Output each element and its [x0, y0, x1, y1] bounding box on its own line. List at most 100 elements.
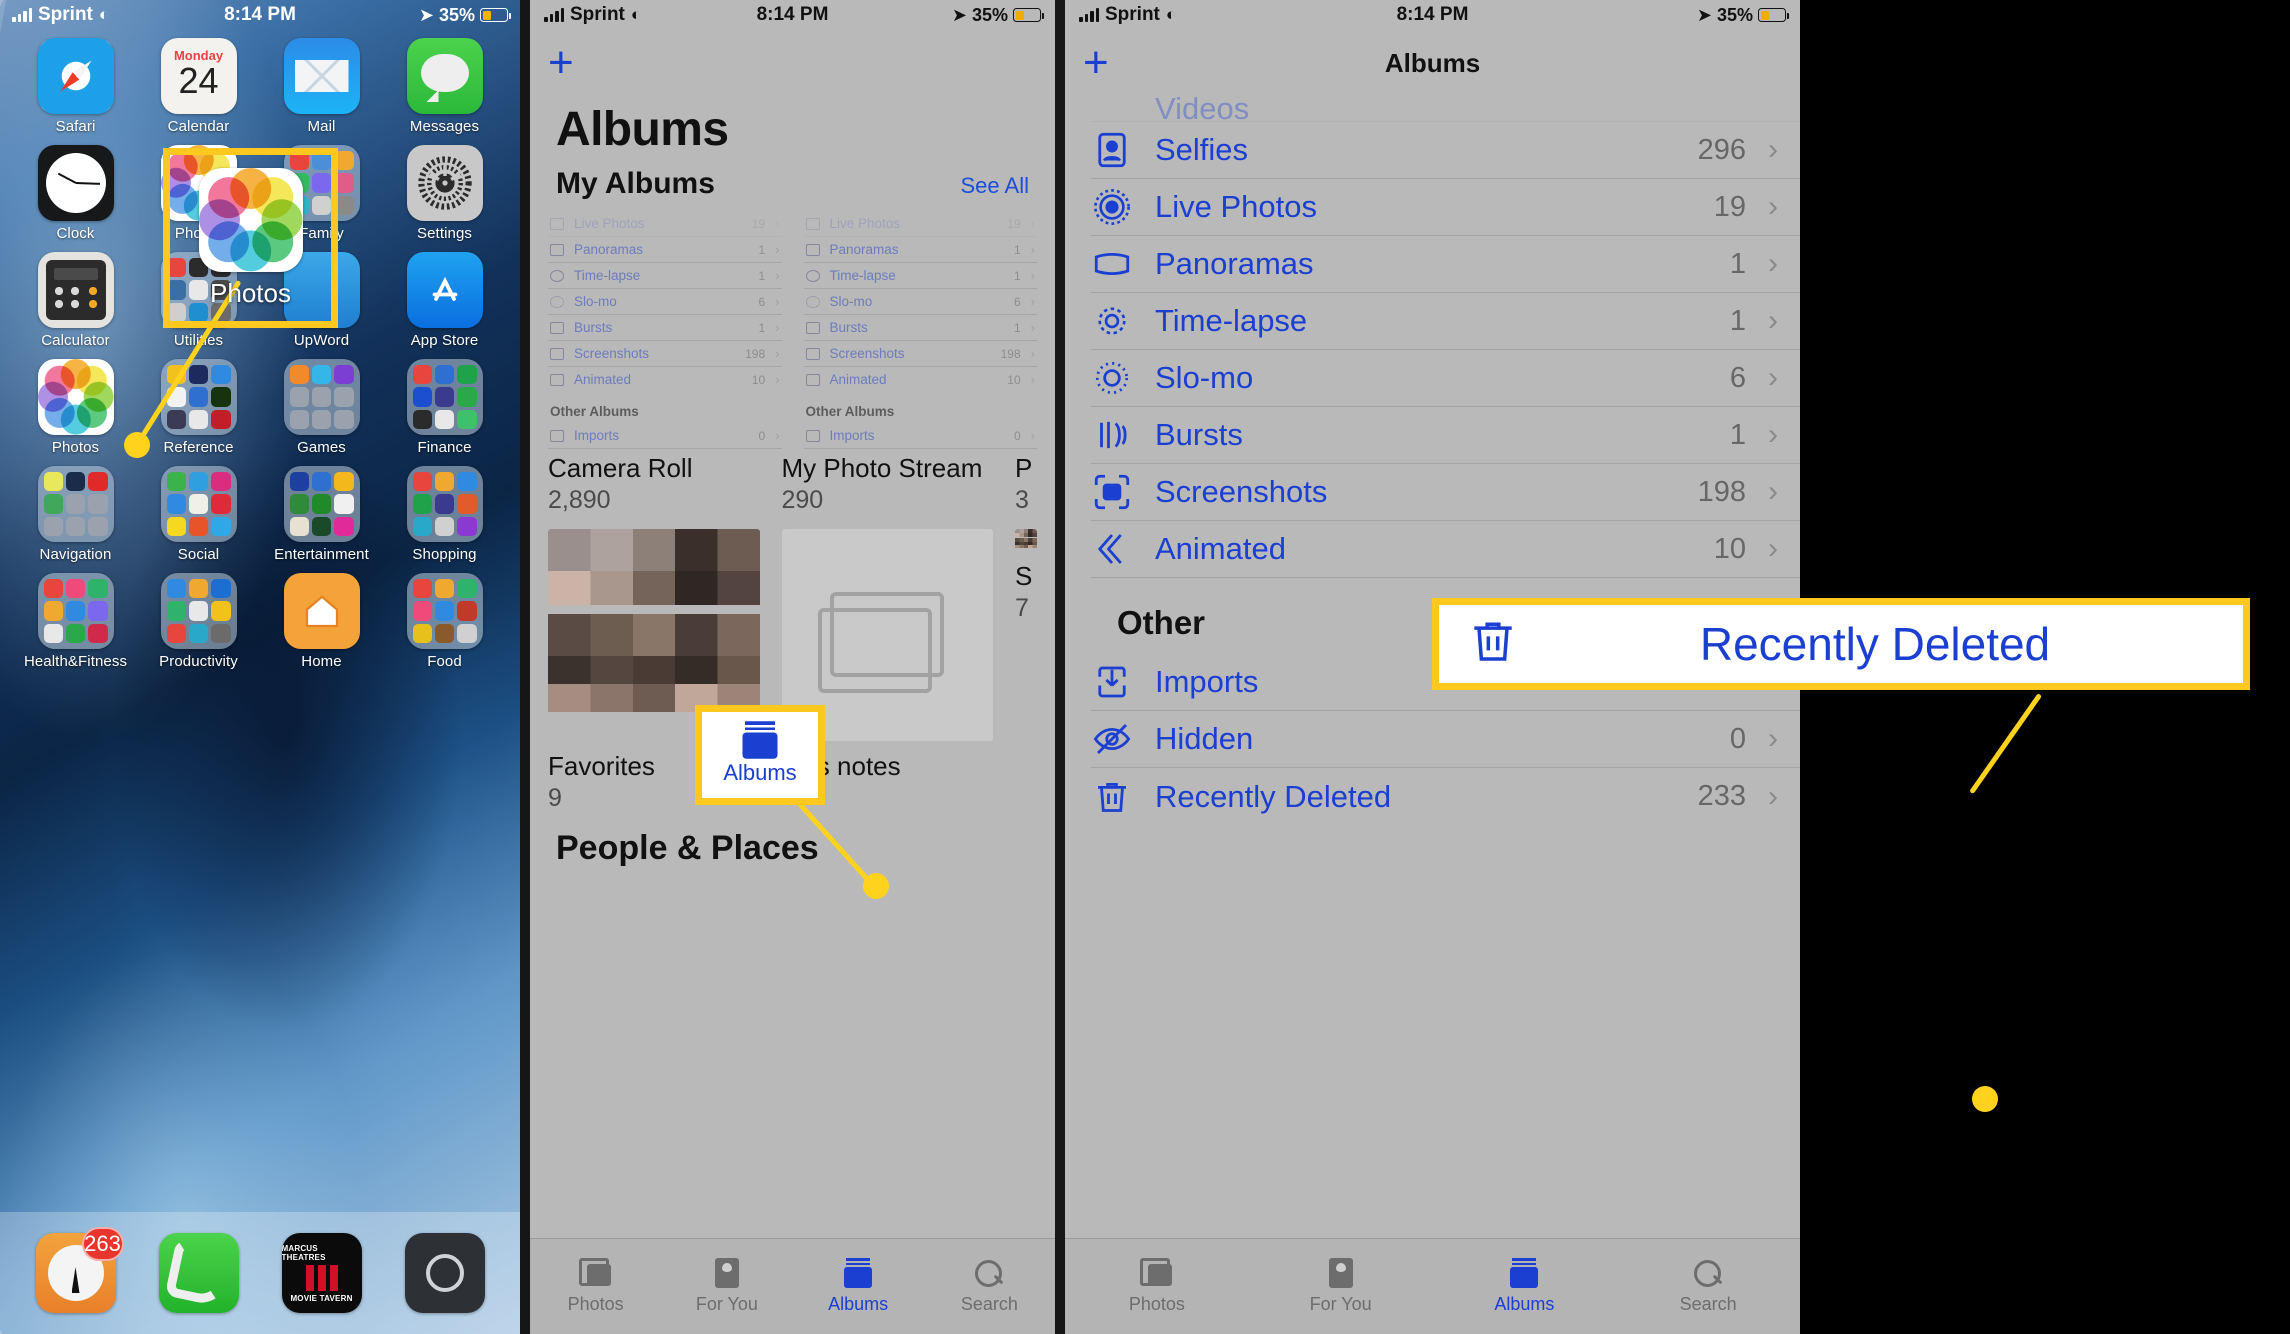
app-food-folder[interactable]: Food	[383, 573, 506, 670]
dock-camera[interactable]	[404, 1233, 485, 1313]
album-thumbnail	[1015, 529, 1037, 551]
album-count: 3	[1015, 486, 1029, 514]
status-right: ➤ 35%	[1697, 5, 1790, 26]
app-mail[interactable]: Mail	[260, 38, 383, 135]
list-item[interactable]: Screenshots 198 ›	[548, 341, 782, 367]
folder-mini-icon	[188, 623, 209, 643]
add-album-button[interactable]: +	[548, 41, 574, 85]
list-item[interactable]: Panoramas 1 ›	[803, 237, 1037, 263]
folder-mini-icon	[188, 409, 209, 429]
folder-mini-icon	[311, 472, 332, 492]
album-name: Videos	[1155, 96, 1250, 122]
list-item-bursts[interactable]: Bursts 1 ›	[1091, 407, 1800, 464]
app-calculator[interactable]: Calculator	[14, 252, 137, 349]
dock-marcus-theatres[interactable]: MARCUS THEATRES MOVIE TAVERN	[281, 1233, 362, 1313]
list-item-panoramas[interactable]: Panoramas 1 ›	[1091, 236, 1800, 293]
app-calendar[interactable]: Monday 24 Calendar	[137, 38, 260, 135]
app-app-store[interactable]: App Store	[383, 252, 506, 349]
list-item-partial[interactable]: Videos	[1091, 96, 1800, 122]
app-navigation-folder[interactable]: Navigation	[14, 466, 137, 563]
chevron-right-icon: ›	[775, 216, 780, 231]
app-settings[interactable]: Settings	[383, 145, 506, 242]
app-photos-row4[interactable]: Photos	[14, 359, 137, 456]
folder-mini-icon	[211, 623, 231, 643]
photos-stack-icon	[1139, 1258, 1174, 1288]
battery-icon	[480, 8, 512, 22]
album-name: Slo-mo	[1155, 360, 1254, 395]
album-name: Bursts	[1155, 417, 1243, 452]
list-item[interactable]: Screenshots 198 ›	[803, 341, 1037, 367]
album-count: 198	[745, 346, 766, 361]
list-item-screenshots[interactable]: Screenshots 198 ›	[1091, 464, 1800, 521]
tab-albums[interactable]: Albums	[1433, 1258, 1617, 1315]
app-messages[interactable]: Messages	[383, 38, 506, 135]
app-home[interactable]: Home	[260, 573, 383, 670]
list-item-recently-deleted[interactable]: Recently Deleted 233 ›	[1091, 768, 1800, 825]
tab-for-you[interactable]: For You	[661, 1258, 792, 1315]
list-item[interactable]: Bursts 1 ›	[803, 315, 1037, 341]
album-card-partial[interactable]: P 3 S 7	[1015, 453, 1037, 813]
tab-for-you[interactable]: For You	[1249, 1258, 1433, 1315]
tab-search[interactable]: Search	[1616, 1258, 1800, 1315]
phone-icon	[158, 1233, 239, 1313]
album-name: Recently Deleted	[1155, 778, 1392, 814]
tab-photos[interactable]: Photos	[1065, 1258, 1249, 1315]
folder-mini-icon	[88, 516, 108, 536]
album-count: 19	[1007, 216, 1021, 231]
list-item[interactable]: Live Photos 19 ›	[548, 211, 782, 237]
app-finance-folder[interactable]: Finance	[383, 359, 506, 456]
list-item[interactable]: Slo-mo 6 ›	[548, 289, 782, 315]
list-item-live-photos[interactable]: Live Photos 19 ›	[1091, 179, 1800, 236]
folder-mini-icon	[65, 623, 86, 643]
list-item[interactable]: Time-lapse 1 ›	[548, 263, 782, 289]
people-places-heading: People & Places	[556, 828, 819, 867]
app-social-folder[interactable]: Social	[137, 466, 260, 563]
list-item-animated[interactable]: Animated 10 ›	[1091, 521, 1800, 578]
app-label: Games	[297, 439, 346, 456]
app-reference-folder[interactable]: Reference	[137, 359, 260, 456]
wifi-icon: ◐	[98, 5, 110, 24]
dock-phone[interactable]	[158, 1233, 239, 1313]
tab-bar: Photos For You Albums Search	[1065, 1238, 1800, 1334]
photos-app-callout: Photos	[163, 148, 338, 328]
list-item-selfies[interactable]: Selfies 296 ›	[1091, 122, 1800, 179]
app-entertainment-folder[interactable]: Entertainment	[260, 466, 383, 563]
see-all-link[interactable]: See All	[961, 173, 1030, 199]
list-item[interactable]: Time-lapse 1 ›	[803, 263, 1037, 289]
album-count: 1	[1013, 320, 1021, 335]
list-item-hidden[interactable]: Hidden 0 ›	[1091, 711, 1800, 768]
list-item[interactable]: Animated 10 ›	[548, 367, 782, 392]
battery-percent: 35%	[971, 4, 1008, 25]
tab-photos[interactable]: Photos	[530, 1258, 661, 1315]
album-count: 2,890	[548, 486, 611, 514]
list-item[interactable]: Slo-mo 6 ›	[803, 289, 1037, 315]
app-safari[interactable]: Safari	[14, 38, 137, 135]
slo-mo-icon	[1091, 357, 1133, 399]
trash-icon-zoomed	[1465, 613, 1521, 675]
folder-mini-icon	[289, 409, 309, 429]
list-item-time-lapse[interactable]: Time-lapse 1 ›	[1091, 293, 1800, 350]
list-item[interactable]: Live Photos 19 ›	[803, 211, 1037, 237]
folder-mini-icon	[434, 579, 455, 599]
dock-podcasts[interactable]: 263	[35, 1227, 124, 1313]
tab-search[interactable]: Search	[924, 1258, 1055, 1315]
app-games-folder[interactable]: Games	[260, 359, 383, 456]
app-health-fitness-folder[interactable]: Health&Fitness	[14, 573, 137, 670]
app-productivity-folder[interactable]: Productivity	[137, 573, 260, 670]
tab-label: Albums	[828, 1294, 889, 1314]
list-item[interactable]: Imports 0 ›	[803, 423, 1037, 449]
tab-albums[interactable]: Albums	[793, 1258, 924, 1315]
marcus-line2: MOVIE TAVERN	[290, 1293, 353, 1303]
list-item[interactable]: Bursts 1 ›	[548, 315, 782, 341]
album-card-partial-2[interactable]: S 7	[1015, 561, 1037, 623]
app-label: Home	[301, 653, 342, 670]
list-item[interactable]: Imports 0 ›	[548, 423, 782, 449]
app-shopping-folder[interactable]: Shopping	[383, 466, 506, 563]
app-label: Entertainment	[274, 546, 369, 563]
app-label: Reference	[163, 439, 234, 456]
app-clock[interactable]: Clock	[14, 145, 137, 242]
list-item[interactable]: Panoramas 1 ›	[548, 237, 782, 263]
list-item-slo-mo[interactable]: Slo-mo 6 ›	[1091, 350, 1800, 407]
list-item[interactable]: Animated 10 ›	[804, 367, 1038, 392]
folder-mini-icon	[43, 579, 63, 599]
